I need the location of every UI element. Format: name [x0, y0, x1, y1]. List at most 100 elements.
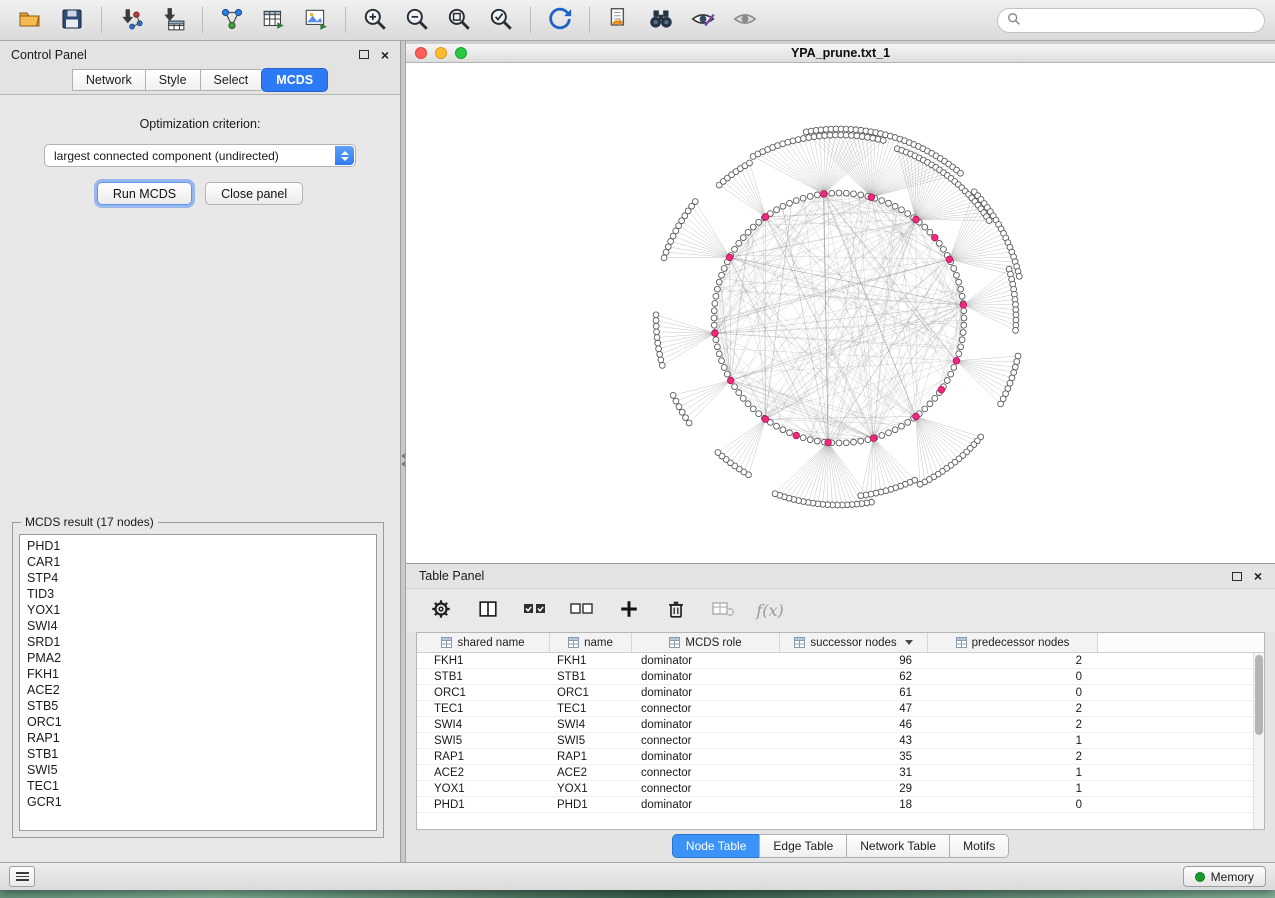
close-panel-icon[interactable]: × [381, 50, 389, 60]
search-network-button[interactable] [641, 4, 681, 37]
zoom-in-button[interactable] [355, 4, 395, 37]
memory-label: Memory [1211, 870, 1254, 884]
table-row[interactable]: FKH1 FKH1 dominator 96 2 [417, 653, 1264, 669]
table-panel-tab[interactable]: Node Table [672, 834, 760, 858]
close-table-panel-icon[interactable]: × [1254, 571, 1262, 581]
network-share-icon [219, 6, 245, 35]
table-row[interactable]: SWI5 SWI5 connector 43 1 [417, 733, 1264, 749]
mcds-result-list[interactable]: PHD1CAR1STP4TID3YOX1SWI4SRD1PMA2FKH1ACE2… [19, 534, 377, 831]
cell-predecessor-nodes: 2 [928, 751, 1098, 763]
table-row[interactable]: PHD1 PHD1 dominator 18 0 [417, 797, 1264, 813]
mcds-result-item[interactable]: ACE2 [27, 682, 369, 698]
mcds-result-item[interactable]: TEC1 [27, 778, 369, 794]
import-table-button[interactable] [153, 4, 193, 37]
mcds-result-item[interactable]: GCR1 [27, 794, 369, 810]
mcds-result-item[interactable]: SWI5 [27, 762, 369, 778]
maximize-window-icon[interactable] [455, 47, 467, 59]
column-header-successor-nodes[interactable]: successor nodes [780, 633, 928, 652]
column-header-name[interactable]: name [550, 633, 632, 652]
control-panel-tab[interactable]: Select [200, 69, 262, 91]
delete-column-button[interactable] [661, 596, 691, 626]
toolbar-separator [202, 7, 203, 33]
table-row[interactable]: SWI4 SWI4 dominator 46 2 [417, 717, 1264, 733]
delete-table-button[interactable] [708, 596, 738, 626]
show-panels-button[interactable] [9, 866, 35, 887]
new-network-button[interactable] [212, 4, 252, 37]
mcds-result-item[interactable]: CAR1 [27, 554, 369, 570]
table-panel-tab[interactable]: Edge Table [759, 834, 846, 858]
save-session-button[interactable] [52, 4, 92, 37]
table-header-row: shared name name MCDS role successo [417, 633, 1264, 653]
table-scrollbar[interactable] [1253, 653, 1264, 829]
show-hide-button[interactable] [725, 4, 765, 37]
search-input[interactable] [1027, 13, 1255, 27]
mcds-result-item[interactable]: SRD1 [27, 634, 369, 650]
mcds-result-item[interactable]: STB5 [27, 698, 369, 714]
table-row[interactable]: ACE2 ACE2 connector 31 1 [417, 765, 1264, 781]
criterion-dropdown[interactable]: largest connected component (undirected) [44, 144, 356, 167]
hamburger-icon [16, 872, 29, 874]
cell-mcds-role: dominator [632, 799, 780, 811]
minimize-window-icon[interactable] [435, 47, 447, 59]
table-scrollbar-thumb[interactable] [1255, 655, 1263, 735]
zoom-fit-button[interactable] [439, 4, 479, 37]
float-panel-icon[interactable] [359, 50, 369, 59]
deselect-all-button[interactable] [567, 596, 597, 626]
mcds-result-item[interactable]: RAP1 [27, 730, 369, 746]
close-window-icon[interactable] [415, 47, 427, 59]
mcds-result-item[interactable]: ORC1 [27, 714, 369, 730]
mcds-result-item[interactable]: FKH1 [27, 666, 369, 682]
open-session-button[interactable] [10, 4, 50, 37]
mcds-result-item[interactable]: PHD1 [27, 538, 369, 554]
mcds-result-item[interactable]: YOX1 [27, 602, 369, 618]
float-table-panel-icon[interactable] [1232, 572, 1242, 581]
mcds-result-item[interactable]: PMA2 [27, 650, 369, 666]
mcds-result-fieldset: MCDS result (17 nodes) PHD1CAR1STP4TID3Y… [12, 522, 384, 838]
network-title: YPA_prune.txt_1 [406, 46, 1275, 60]
refresh-view-button[interactable] [540, 4, 580, 37]
network-graph[interactable] [406, 63, 1275, 562]
table-row[interactable]: ORC1 ORC1 dominator 61 0 [417, 685, 1264, 701]
export-table-button[interactable] [254, 4, 294, 37]
table-panel-tab[interactable]: Network Table [846, 834, 949, 858]
global-search-field[interactable] [997, 8, 1265, 33]
column-header-shared-name[interactable]: shared name [417, 633, 550, 652]
gear-icon [430, 598, 452, 623]
style-preview-button[interactable] [683, 4, 723, 37]
table-row[interactable]: STB1 STB1 dominator 62 0 [417, 669, 1264, 685]
control-panel-tab[interactable]: Network [72, 69, 145, 91]
cell-shared-name: RAP1 [417, 751, 550, 763]
show-column-panel-button[interactable] [473, 596, 503, 626]
control-panel-tab[interactable]: MCDS [261, 68, 328, 92]
table-row[interactable]: TEC1 TEC1 connector 47 2 [417, 701, 1264, 717]
table-settings-button[interactable] [426, 596, 456, 626]
table-row[interactable]: RAP1 RAP1 dominator 35 2 [417, 749, 1264, 765]
select-all-button[interactable] [520, 596, 550, 626]
table-panel-tab[interactable]: Motifs [949, 834, 1009, 858]
add-column-button[interactable] [614, 596, 644, 626]
run-mcds-button[interactable]: Run MCDS [97, 182, 192, 205]
mcds-result-item[interactable]: STB1 [27, 746, 369, 762]
memory-button[interactable]: Memory [1183, 866, 1266, 887]
export-image-button[interactable] [296, 4, 336, 37]
mcds-result-item[interactable]: TID3 [27, 586, 369, 602]
plus-icon [618, 598, 640, 623]
mcds-result-item[interactable]: STP4 [27, 570, 369, 586]
splitter-grip-icon[interactable] [401, 453, 405, 469]
column-header-predecessor-nodes[interactable]: predecessor nodes [928, 633, 1098, 652]
column-header-mcds-role[interactable]: MCDS role [632, 633, 780, 652]
mcds-result-item[interactable]: SWI4 [27, 618, 369, 634]
zoom-out-button[interactable] [397, 4, 437, 37]
function-builder-button[interactable]: f(x) [755, 596, 785, 626]
close-panel-button[interactable]: Close panel [205, 182, 303, 205]
export-document-button[interactable] [599, 4, 639, 37]
cell-predecessor-nodes: 0 [928, 799, 1098, 811]
cell-shared-name: FKH1 [417, 655, 550, 667]
zoom-selected-button[interactable] [481, 4, 521, 37]
cell-predecessor-nodes: 2 [928, 703, 1098, 715]
table-row[interactable]: YOX1 YOX1 connector 29 1 [417, 781, 1264, 797]
cell-name: PHD1 [550, 799, 632, 811]
import-network-button[interactable] [111, 4, 151, 37]
network-canvas[interactable] [406, 63, 1275, 563]
control-panel-tab[interactable]: Style [145, 69, 200, 91]
